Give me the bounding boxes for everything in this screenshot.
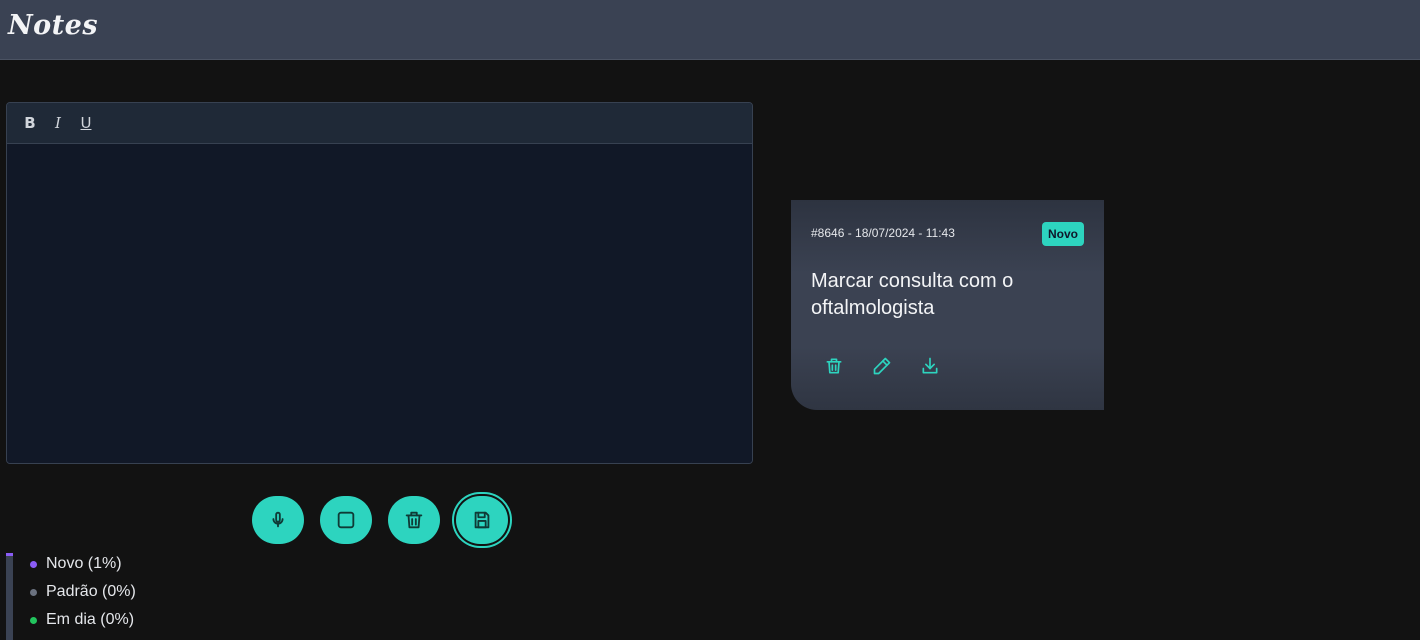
- legend-label: Novo (1%): [46, 555, 122, 572]
- delete-button[interactable]: [388, 496, 440, 544]
- pencil-icon[interactable]: [872, 356, 892, 376]
- app-title: Notes: [8, 10, 99, 41]
- editor-toolbar: B I U: [7, 103, 752, 144]
- legend-item-em-dia: Em dia (0%): [30, 611, 134, 629]
- legend-bar: [6, 553, 13, 640]
- trash-icon: [405, 511, 423, 529]
- legend-dot: [30, 560, 37, 568]
- status-badge: Novo: [1042, 222, 1084, 246]
- top-bar: Notes: [0, 0, 1420, 60]
- note-editor: B I U: [6, 102, 753, 464]
- legend-item-novo: Novo (1%): [30, 555, 122, 573]
- save-icon: [474, 511, 490, 529]
- note-actions: [824, 356, 940, 376]
- legend-label: Em dia (0%): [46, 611, 135, 628]
- microphone-button[interactable]: [252, 496, 304, 544]
- microphone-icon: [272, 511, 284, 528]
- bold-button[interactable]: B: [22, 114, 38, 132]
- download-icon[interactable]: [920, 356, 940, 376]
- italic-button[interactable]: I: [50, 114, 66, 132]
- legend-dot: [30, 616, 37, 624]
- note-meta: #8646 - 18/07/2024 - 11:43: [811, 226, 955, 240]
- underline-button[interactable]: U: [78, 114, 94, 132]
- legend-label: Padrão (0%): [46, 583, 136, 600]
- square-icon: [337, 511, 355, 529]
- legend-dot: [30, 588, 37, 596]
- note-card[interactable]: #8646 - 18/07/2024 - 11:43 Novo Marcar c…: [791, 200, 1104, 410]
- stop-button[interactable]: [320, 496, 372, 544]
- editor-textarea[interactable]: [7, 144, 752, 463]
- trash-icon[interactable]: [824, 356, 844, 376]
- legend-item-padrao: Padrão (0%): [30, 583, 136, 601]
- save-button[interactable]: [456, 496, 508, 544]
- note-text: Marcar consulta com o oftalmologista: [811, 270, 1014, 319]
